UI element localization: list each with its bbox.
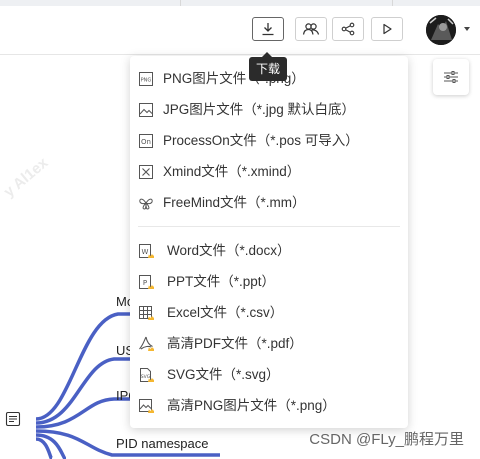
- menu-item-label: 高清PDF文件（*.pdf）: [167, 336, 303, 351]
- menu-item-label: FreeMind文件（*.mm）: [163, 195, 306, 210]
- menu-item-jpg[interactable]: JPG图片文件（*.jpg 默认白底）: [130, 96, 408, 124]
- menu-item-processon[interactable]: On ProcessOn文件（*.pos 可导入）: [130, 127, 408, 155]
- toolbar: [0, 6, 480, 55]
- download-icon: [262, 23, 274, 36]
- menu-divider: [138, 226, 400, 227]
- download-button[interactable]: [252, 17, 284, 41]
- ppt-file-icon: P: [139, 275, 154, 289]
- share-button[interactable]: [332, 17, 364, 41]
- collaborate-button[interactable]: [295, 17, 327, 41]
- png-file-icon: PNG: [139, 72, 153, 86]
- svg-text:P: P: [143, 279, 147, 287]
- menu-item-word[interactable]: W Word文件（*.docx）: [130, 237, 408, 265]
- excel-file-icon: [139, 306, 154, 320]
- menu-item-label: Word文件（*.docx）: [167, 243, 291, 258]
- menu-item-pdf[interactable]: 高清PDF文件（*.pdf）: [130, 330, 408, 358]
- sliders-icon: [444, 71, 458, 83]
- menu-item-label: Excel文件（*.csv）: [167, 305, 284, 320]
- pdf-file-icon: [139, 336, 154, 351]
- avatar-dropdown-caret[interactable]: [464, 27, 470, 31]
- menu-item-label: Xmind文件（*.xmind）: [163, 164, 301, 179]
- processon-file-icon: On: [139, 134, 153, 148]
- svg-text:On: On: [141, 138, 151, 146]
- freemind-file-icon: [139, 198, 153, 210]
- mindmap-node[interactable]: PID namespace: [116, 436, 209, 451]
- word-file-icon: W: [139, 244, 154, 258]
- hd-png-file-icon: [139, 399, 154, 413]
- menu-item-excel[interactable]: Excel文件（*.csv）: [130, 299, 408, 327]
- play-icon: [383, 23, 392, 35]
- menu-item-label: SVG文件（*.svg）: [167, 367, 280, 382]
- menu-item-ppt[interactable]: P PPT文件（*.ppt）: [130, 268, 408, 296]
- menu-item-label: PPT文件（*.ppt）: [167, 274, 276, 289]
- present-button[interactable]: [371, 17, 403, 41]
- collaborators-icon: [302, 23, 320, 35]
- menu-item-hd-png[interactable]: 高清PNG图片文件（*.png）: [130, 392, 408, 420]
- avatar-image: [426, 15, 456, 45]
- svg-file-icon: SVG: [140, 368, 154, 382]
- svg-text:W: W: [142, 248, 149, 256]
- download-tooltip: 下载: [249, 52, 288, 81]
- menu-item-freemind[interactable]: FreeMind文件（*.mm）: [130, 189, 408, 217]
- xmind-file-icon: [139, 165, 153, 179]
- share-icon: [341, 22, 355, 36]
- csdn-watermark: CSDN @FLy_鹏程万里: [309, 431, 464, 448]
- settings-button[interactable]: [433, 59, 469, 95]
- svg-text:PNG: PNG: [141, 78, 152, 84]
- menu-item-xmind[interactable]: Xmind文件（*.xmind）: [130, 158, 408, 186]
- jpg-file-icon: [139, 103, 153, 117]
- menu-item-label: JPG图片文件（*.jpg 默认白底）: [163, 102, 356, 117]
- outline-icon[interactable]: [5, 411, 21, 427]
- menu-item-svg[interactable]: SVG SVG文件（*.svg）: [130, 361, 408, 389]
- download-menu: PNG PNG图片文件（*.png） JPG图片文件（*.jpg 默认白底） O…: [130, 56, 408, 428]
- menu-item-label: 高清PNG图片文件（*.png）: [167, 398, 336, 413]
- user-avatar[interactable]: [426, 15, 456, 45]
- menu-item-label: ProcessOn文件（*.pos 可导入）: [163, 133, 359, 148]
